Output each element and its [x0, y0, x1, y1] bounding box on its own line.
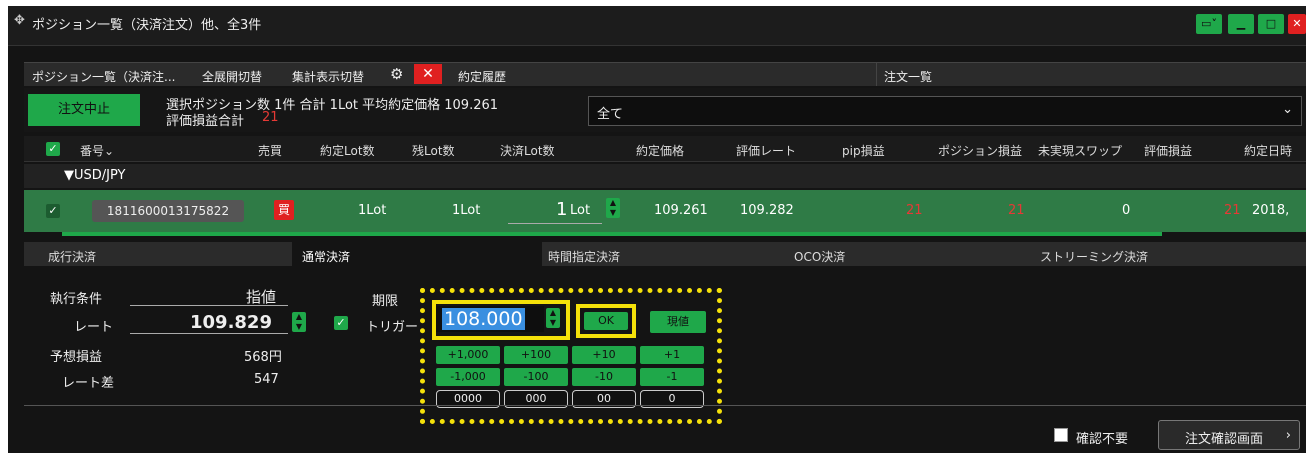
diff-value: 547 [254, 372, 279, 387]
keypad-plus-10[interactable]: +10 [572, 346, 636, 364]
group-row[interactable] [24, 164, 1306, 188]
chevron-right-icon: › [1285, 428, 1291, 443]
keypad-minus-100[interactable]: -100 [504, 368, 568, 386]
rate-stepper-icon[interactable]: ▲ ▼ [292, 312, 306, 332]
filter-select[interactable]: 全て ⌄ [588, 96, 1302, 126]
col-side[interactable]: 売買 [258, 142, 282, 159]
diff-label: レート差 [62, 376, 115, 391]
footer-divider [24, 405, 1306, 406]
window-title: ポジション一覧（決済注文）他、全3件 [32, 18, 262, 33]
maximize-button[interactable]: □ [1258, 14, 1284, 34]
tab-divider [876, 62, 877, 86]
order-confirm-button[interactable]: 注文確認画面 › [1158, 420, 1300, 450]
col-lot[interactable]: 約定Lot数 [320, 142, 375, 159]
col-eval[interactable]: 評価損益 [1144, 142, 1192, 159]
col-datetime[interactable]: 約定日時 [1244, 142, 1292, 159]
keypad-minus-10[interactable]: -10 [572, 368, 636, 386]
stop-order-button[interactable]: 注文中止 [28, 94, 140, 126]
row-checkbox[interactable]: ✓ [46, 204, 60, 218]
row-scrollbar[interactable] [62, 232, 1162, 236]
tab-market-settle[interactable]: 成行決済 [48, 248, 96, 265]
tab-streaming-settle[interactable]: ストリーミング決済 [1040, 248, 1148, 265]
col-price[interactable]: 約定価格 [636, 142, 684, 159]
sort-chevron-icon: ⌄ [104, 144, 115, 158]
tab-positions[interactable]: ポジション一覧（決済注... [32, 68, 175, 85]
group-label: ▼USD/JPY [64, 168, 126, 183]
col-number-label: 番号 [80, 144, 105, 158]
settle-lot-unit: Lot [570, 203, 591, 218]
swap-cell: 0 [1122, 203, 1131, 218]
confirm-skip-checkbox[interactable] [1054, 428, 1068, 442]
keypad-plus-1[interactable]: +1 [640, 346, 704, 364]
tab-oco-settle[interactable]: OCO決済 [794, 248, 845, 265]
col-settle-lot[interactable]: 決済Lot数 [500, 142, 555, 159]
exec-value: 指値 [246, 288, 277, 306]
side-badge: 買 [274, 200, 294, 220]
keypad-minus-1000[interactable]: -1,000 [436, 368, 500, 386]
remain-cell: 1Lot [452, 203, 481, 218]
col-number[interactable]: 番号⌄ [80, 142, 114, 159]
trigger-value: 108.000 [442, 308, 525, 330]
col-pnl[interactable]: ポジション損益 [938, 142, 1022, 159]
aggregate-toggle[interactable]: 集計表示切替 [292, 68, 364, 85]
trigger-label: トリガー [366, 320, 419, 335]
expand-toggle[interactable]: 全展開切替 [202, 68, 262, 85]
gear-icon[interactable]: ⚙ [390, 65, 403, 83]
datetime-cell: 2018, [1252, 203, 1290, 218]
keypad-plus-100[interactable]: +100 [504, 346, 568, 364]
col-rate[interactable]: 評価レート [736, 142, 796, 159]
select-all-checkbox[interactable]: ✓ [46, 142, 60, 156]
layout-button[interactable]: ▭˅ [1196, 14, 1222, 34]
trigger-input[interactable]: 108.000 [436, 306, 544, 332]
keypad-minus-1[interactable]: -1 [640, 368, 704, 386]
trigger-checkbox[interactable]: ✓ [334, 316, 348, 330]
pnl-cell: 21 [1008, 203, 1025, 218]
position-id: 1811600013175822 [92, 200, 244, 222]
close-panel-icon[interactable]: ✕ [414, 64, 442, 84]
chevron-down-icon: ⌄ [1282, 102, 1293, 117]
settle-lot-stepper-icon[interactable]: ▲ ▼ [606, 198, 620, 218]
rate-cell: 109.282 [740, 203, 794, 218]
confirm-skip-label: 確認不要 [1076, 432, 1129, 447]
rate-label: レート [74, 320, 114, 335]
exec-label: 執行条件 [50, 292, 103, 307]
tab-normal-settle[interactable]: 通常決済 [302, 248, 350, 265]
close-button[interactable]: ✕ [1288, 14, 1306, 34]
tab-history[interactable]: 約定履歴 [458, 68, 506, 85]
eval-total-value: 21 [262, 110, 279, 125]
col-remain[interactable]: 残Lot数 [412, 142, 455, 159]
eval-cell: 21 [1224, 203, 1241, 218]
eval-total-label: 評価損益合計 [166, 114, 245, 129]
move-icon[interactable]: ✥ [14, 14, 28, 28]
lot-cell: 1Lot [358, 203, 387, 218]
col-swap[interactable]: 未実現スワップ [1038, 142, 1122, 159]
tab-time-settle[interactable]: 時間指定決済 [548, 248, 620, 265]
trigger-stepper-icon[interactable]: ▲ ▼ [546, 308, 560, 328]
est-value: 568円 [244, 350, 282, 365]
order-confirm-label: 注文確認画面 [1185, 432, 1264, 447]
current-price-button[interactable]: 現値 [650, 311, 706, 333]
col-pip[interactable]: pip損益 [842, 142, 885, 159]
tab-orders[interactable]: 注文一覧 [884, 68, 932, 85]
minimize-button[interactable]: ▁ [1228, 14, 1254, 34]
price-cell: 109.261 [654, 203, 708, 218]
filter-value: 全て [597, 107, 624, 122]
keypad-plus-1000[interactable]: +1,000 [436, 346, 500, 364]
est-label: 予想損益 [50, 350, 103, 365]
rate-value: 109.829 [190, 312, 272, 333]
ok-button[interactable]: OK [584, 312, 628, 330]
expiry-label: 期限 [372, 294, 399, 309]
pip-cell: 21 [906, 203, 923, 218]
settle-lot-value: 1 [556, 199, 568, 220]
